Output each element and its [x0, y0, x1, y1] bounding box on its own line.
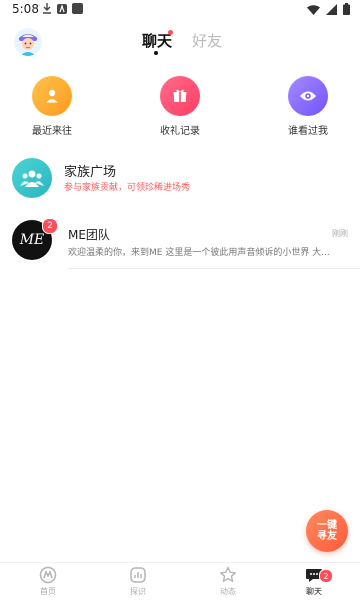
shortcut-label: 最近来往	[32, 126, 72, 137]
nav-label: 聊天	[306, 587, 322, 596]
shortcuts-row: 最近来往 收礼记录 谁看过我	[0, 76, 360, 137]
tab-chat-unread-dot	[168, 30, 173, 35]
family-subtitle: 参与家族贡献，可领珍稀进场秀	[64, 183, 191, 193]
shortcut-who-viewed-me[interactable]: 谁看过我	[268, 76, 348, 137]
wifi-icon	[307, 4, 320, 15]
bottom-nav: 首页 探识 动态 2 聊天	[0, 562, 360, 601]
home-icon	[38, 566, 58, 584]
app-a-icon	[57, 3, 67, 14]
nav-label: 探识	[130, 587, 146, 596]
avatar-illustration-icon	[14, 28, 42, 56]
conversation-preview: 欢迎温柔的你，来到ME 这里是一个彼此用声音倾诉的小世界 大...	[68, 248, 330, 258]
divider	[68, 268, 360, 269]
shortcut-gift-records[interactable]: 收礼记录	[140, 76, 220, 137]
family-group-icon	[12, 158, 52, 198]
conversation-title: ME团队	[68, 228, 110, 242]
nav-label: 首页	[40, 587, 56, 596]
nav-discover[interactable]: 探识	[108, 566, 168, 597]
eye-icon	[288, 76, 328, 116]
battery-icon	[343, 3, 350, 15]
user-avatar[interactable]	[14, 28, 42, 56]
status-bar: 5:08	[0, 0, 360, 20]
notification-icons	[42, 3, 83, 14]
app-square-icon	[72, 3, 83, 14]
tab-active-indicator	[154, 51, 158, 55]
top-bar: 聊天 好友	[0, 24, 360, 60]
tab-friends[interactable]: 好友	[192, 30, 222, 51]
status-time: 5:08	[12, 2, 39, 16]
discover-icon	[128, 566, 148, 584]
find-friends-fab[interactable]: 一键寻友	[306, 510, 348, 552]
nav-chat-badge: 2	[319, 569, 333, 583]
download-icon	[43, 3, 51, 14]
nav-label: 动态	[220, 587, 236, 596]
shortcut-recent-contacts[interactable]: 最近来往	[12, 76, 92, 137]
person-icon	[32, 76, 72, 116]
fab-label: 一键寻友	[317, 520, 337, 542]
star-icon	[218, 566, 238, 584]
nav-chat[interactable]: 2 聊天	[284, 566, 344, 597]
family-title: 家族广场	[64, 165, 117, 180]
conversation-item[interactable]: ME 2 ME团队 刚刚 欢迎温柔的你，来到ME 这里是一个彼此用声音倾诉的小世…	[12, 218, 360, 269]
system-status-icons	[307, 3, 350, 15]
shortcut-label: 谁看过我	[288, 126, 328, 137]
gift-icon	[160, 76, 200, 116]
signal-icon	[326, 3, 337, 15]
family-square-row[interactable]: 家族广场 参与家族贡献，可领珍稀进场秀	[12, 158, 352, 200]
nav-home[interactable]: 首页	[18, 566, 78, 597]
avatar-text: ME	[19, 232, 45, 248]
conversation-time: 刚刚	[332, 229, 348, 238]
shortcut-label: 收礼记录	[160, 126, 200, 137]
nav-moments[interactable]: 动态	[198, 566, 258, 597]
unread-badge: 2	[42, 218, 58, 234]
